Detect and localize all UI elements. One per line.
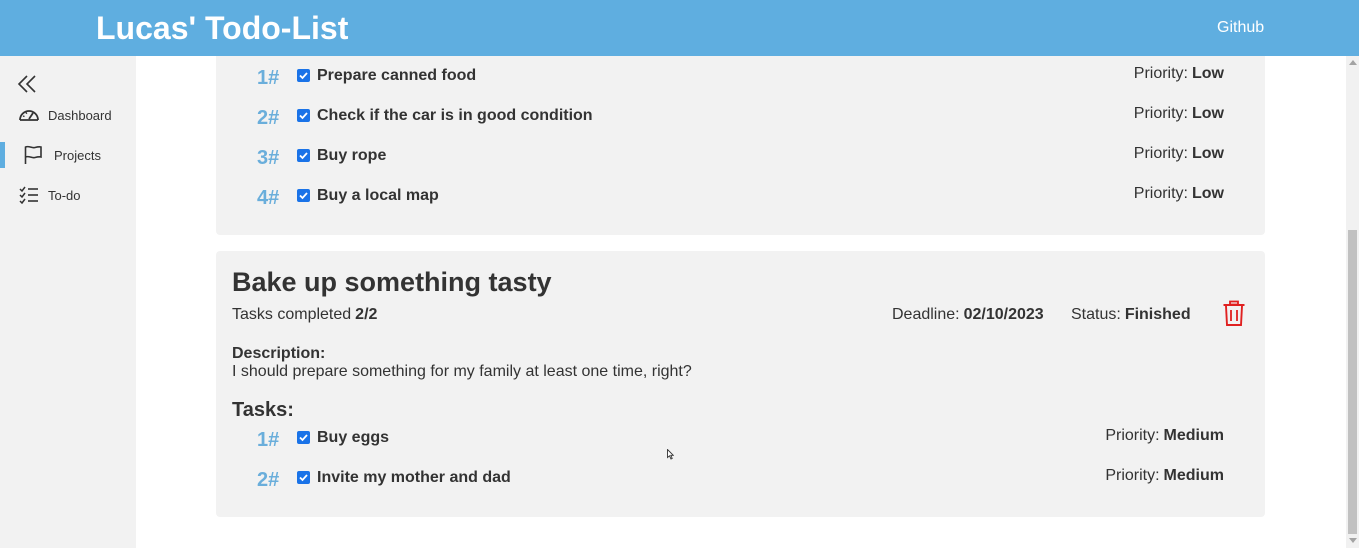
status: Status: Finished xyxy=(1071,305,1191,325)
priority-label: Priority: xyxy=(1133,65,1188,82)
app-header: Lucas' Todo-List Github xyxy=(0,0,1359,56)
mouse-cursor-icon xyxy=(667,447,675,465)
task-checkbox[interactable] xyxy=(297,431,310,444)
double-chevron-left-icon[interactable] xyxy=(16,72,40,96)
sidebar-item-label: Projects xyxy=(54,147,101,163)
priority-value: Low xyxy=(1192,105,1224,122)
task-number: 1# xyxy=(257,67,280,89)
task-priority: Priority: Medium xyxy=(1105,466,1224,486)
task-row: 3# Buy rope Priority: Low xyxy=(216,143,1265,173)
status-label: Status: xyxy=(1071,306,1121,323)
vertical-scrollbar[interactable] xyxy=(1346,56,1359,548)
task-name: Invite my mother and dad xyxy=(317,469,511,486)
deadline-value: 02/10/2023 xyxy=(963,306,1044,323)
task-checkbox[interactable] xyxy=(297,189,310,202)
sidebar-item-todo[interactable]: To-do xyxy=(0,178,136,212)
task-number: 1# xyxy=(257,429,280,451)
task-row: 4# Buy a local map Priority: Low xyxy=(216,183,1265,213)
task-name: Buy a local map xyxy=(317,187,439,204)
priority-label: Priority: xyxy=(1133,105,1188,122)
task-name: Check if the car is in good condition xyxy=(317,107,593,124)
priority-value: Low xyxy=(1192,65,1224,82)
task-number: 4# xyxy=(257,187,280,209)
project-card: 1# Prepare canned food Priority: Low 2# C… xyxy=(216,56,1265,235)
task-priority: Priority: Medium xyxy=(1105,426,1224,446)
scrollbar-thumb[interactable] xyxy=(1348,230,1357,534)
task-priority: Priority: Low xyxy=(1134,64,1224,84)
project-card: Bake up something tasty Tasks completed 2… xyxy=(216,251,1265,517)
description-text: I should prepare something for my family… xyxy=(232,363,692,380)
task-priority: Priority: Low xyxy=(1134,104,1224,124)
speedometer-icon xyxy=(18,104,40,126)
priority-label: Priority: xyxy=(1133,145,1188,162)
deadline-label: Deadline: xyxy=(892,306,960,323)
priority-value: Medium xyxy=(1163,427,1224,444)
project-title: Bake up something tasty xyxy=(232,267,552,297)
priority-value: Low xyxy=(1192,185,1224,202)
tasks-completed: Tasks completed 2/2 xyxy=(232,305,377,325)
trash-icon[interactable] xyxy=(1222,300,1246,327)
task-priority: Priority: Low xyxy=(1134,184,1224,204)
main-content[interactable]: 1# Prepare canned food Priority: Low 2# C… xyxy=(136,56,1346,548)
scroll-up-arrow-icon[interactable] xyxy=(1349,60,1357,65)
task-name: Buy rope xyxy=(317,147,387,164)
sidebar-item-label: Dashboard xyxy=(48,107,112,123)
github-link[interactable]: Github xyxy=(1217,18,1264,38)
priority-label: Priority: xyxy=(1133,185,1188,202)
task-row: 1# Buy eggs Priority: Medium xyxy=(216,425,1265,455)
task-name: Buy eggs xyxy=(317,429,390,446)
priority-label: Priority: xyxy=(1105,467,1160,484)
scroll-down-arrow-icon[interactable] xyxy=(1349,538,1357,543)
task-checkbox[interactable] xyxy=(297,149,310,162)
task-checkbox[interactable] xyxy=(297,69,310,82)
priority-label: Priority: xyxy=(1105,427,1160,444)
flag-icon xyxy=(22,144,44,166)
sidebar-item-projects[interactable]: Projects xyxy=(0,138,136,172)
task-checkbox[interactable] xyxy=(297,109,310,122)
sidebar-item-dashboard[interactable]: Dashboard xyxy=(0,98,136,132)
priority-value: Medium xyxy=(1163,467,1224,484)
task-number: 2# xyxy=(257,107,280,129)
sidebar: Dashboard Projects To-do xyxy=(0,56,136,548)
task-priority: Priority: Low xyxy=(1134,144,1224,164)
deadline: Deadline: 02/10/2023 xyxy=(892,305,1044,325)
tasks-heading: Tasks: xyxy=(232,399,294,421)
app-title: Lucas' Todo-List xyxy=(96,10,349,46)
priority-value: Low xyxy=(1192,145,1224,162)
task-row: 1# Prepare canned food Priority: Low xyxy=(216,63,1265,93)
task-checkbox[interactable] xyxy=(297,471,310,484)
task-number: 3# xyxy=(257,147,280,169)
active-indicator xyxy=(0,142,5,168)
task-row: 2# Check if the car is in good condition… xyxy=(216,103,1265,133)
task-number: 2# xyxy=(257,469,280,491)
task-row: 2# Invite my mother and dad Priority: Med… xyxy=(216,465,1265,495)
status-value: Finished xyxy=(1124,306,1191,323)
tasks-completed-label: Tasks completed xyxy=(232,306,352,323)
checklist-icon xyxy=(18,184,40,206)
description-label: Description: xyxy=(232,345,326,362)
sidebar-item-label: To-do xyxy=(48,187,81,203)
tasks-completed-value: 2/2 xyxy=(355,306,378,323)
task-name: Prepare canned food xyxy=(317,67,477,84)
